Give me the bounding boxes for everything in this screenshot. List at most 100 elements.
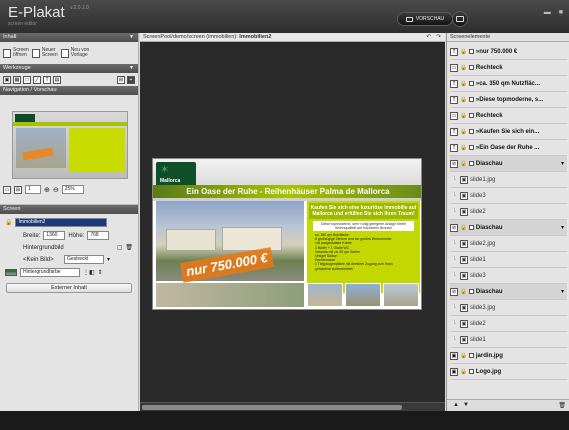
- element-row[interactable]: ▣ 🔒 Logo.jpg: [450, 364, 567, 380]
- element-row[interactable]: └ ▣ slide2: [450, 316, 567, 332]
- element-row[interactable]: └ ▣ slide1: [450, 332, 567, 348]
- undo-icon[interactable]: ↶: [426, 33, 431, 42]
- visibility-checkbox[interactable]: [468, 225, 474, 230]
- expand-icon[interactable]: ▾: [561, 288, 564, 295]
- expand-icon[interactable]: ▾: [561, 160, 564, 167]
- grid-tool-icon[interactable]: ⊞: [117, 75, 125, 84]
- lock-icon[interactable]: 🔒: [460, 369, 467, 375]
- screen-name-input[interactable]: Immobilien2: [15, 218, 108, 227]
- inhalt-header[interactable]: Inhalt ▼: [0, 33, 138, 42]
- element-group-row[interactable]: ⊘ 🔒 Diaschau ▾: [450, 284, 567, 300]
- navigation-header[interactable]: Navigation / Vorschau: [0, 86, 138, 95]
- element-row[interactable]: └ ▣ slide1: [450, 252, 567, 268]
- text-tool-icon[interactable]: T: [43, 75, 51, 84]
- image-icon[interactable]: ▢: [117, 244, 123, 251]
- arrows-icon[interactable]: ⇕: [98, 269, 103, 276]
- element-row[interactable]: T 🔒 »Diese topmoderne, s...: [450, 92, 567, 108]
- background-color-button[interactable]: Hintergrundfarbe: [20, 268, 80, 277]
- lock-icon[interactable]: 🔒: [460, 81, 467, 87]
- slide-thumb-3[interactable]: [383, 283, 419, 307]
- visibility-checkbox[interactable]: [468, 289, 474, 294]
- element-row[interactable]: └ ▣ slide3: [450, 268, 567, 284]
- close-icon[interactable]: ■: [559, 9, 563, 16]
- minimize-icon[interactable]: ▬: [544, 9, 551, 16]
- werkzeuge-header[interactable]: Werkzeuge ▼: [0, 64, 138, 73]
- element-row[interactable]: ▭ 🔒 Rechteck: [450, 108, 567, 124]
- slideshow-tool-icon[interactable]: ▦: [13, 75, 21, 84]
- visibility-checkbox[interactable]: [468, 81, 474, 86]
- fit-screen-icon[interactable]: ▭: [3, 185, 11, 194]
- lock-icon[interactable]: 🔒: [460, 161, 467, 167]
- rectangle-tool-icon[interactable]: □: [23, 75, 31, 84]
- lock-icon[interactable]: 🔒: [460, 353, 467, 359]
- visibility-checkbox[interactable]: [468, 145, 474, 150]
- slide-thumb-2[interactable]: [345, 283, 381, 307]
- lock-icon[interactable]: 🔒: [460, 65, 467, 71]
- eyedropper-icon[interactable]: ⋮◧: [83, 269, 95, 276]
- trash-icon[interactable]: 🗑: [125, 244, 133, 251]
- expand-icon[interactable]: ▾: [561, 224, 564, 231]
- new-from-template-button[interactable]: Neu von Vorlage: [60, 48, 89, 58]
- line-tool-icon[interactable]: ╱: [33, 75, 41, 84]
- element-row[interactable]: ▭ 🔒 Rechteck: [450, 60, 567, 76]
- lock-icon[interactable]: 🔒: [460, 145, 467, 151]
- stretch-select[interactable]: Gestreckt: [64, 255, 104, 264]
- video-tool-icon[interactable]: ▤: [53, 75, 61, 84]
- page-field[interactable]: 1: [25, 185, 41, 194]
- visibility-checkbox[interactable]: [468, 129, 474, 134]
- delete-icon[interactable]: 🗑: [558, 402, 566, 409]
- element-row[interactable]: T 🔒 »Kaufen Sie sich ein...: [450, 124, 567, 140]
- canvas[interactable]: ✶ Mallorca Ein Oase der Ruhe - Reihenhäu…: [140, 42, 445, 402]
- visibility-checkbox[interactable]: [468, 369, 474, 374]
- element-row[interactable]: T 🔒 »ca. 350 qm Nutzfläc...: [450, 76, 567, 92]
- visibility-checkbox[interactable]: [468, 49, 474, 54]
- element-group-row[interactable]: ⊘ 🔒 Diaschau ▾: [450, 156, 567, 172]
- info-panel[interactable]: Kaufen Sie sich eine luxuriöse Immobilie…: [307, 201, 420, 293]
- lock-icon[interactable]: 🔒: [460, 289, 467, 295]
- new-screen-button[interactable]: Neuer Screen: [31, 48, 58, 58]
- horizontal-scrollbar[interactable]: [140, 402, 445, 411]
- image-tool-icon[interactable]: ▣: [3, 75, 11, 84]
- visibility-checkbox[interactable]: [468, 97, 474, 102]
- zoom-select[interactable]: 25%: [61, 185, 84, 194]
- lock-icon[interactable]: 🔒: [460, 97, 467, 103]
- redo-icon[interactable]: ↷: [436, 33, 441, 42]
- chevron-down-icon[interactable]: ▾: [107, 256, 110, 263]
- element-group-row[interactable]: ⊘ 🔒 Diaschau ▾: [450, 220, 567, 236]
- zoom-in-icon[interactable]: ⊕: [44, 186, 50, 194]
- visibility-checkbox[interactable]: [468, 161, 474, 166]
- move-down-icon[interactable]: ▼: [463, 402, 469, 408]
- move-up-icon[interactable]: ▲: [453, 402, 459, 408]
- preview-button[interactable]: VORSCHAU: [397, 12, 453, 26]
- visibility-checkbox[interactable]: [468, 353, 474, 358]
- color-swatch[interactable]: [5, 269, 17, 276]
- poster[interactable]: ✶ Mallorca Ein Oase der Ruhe - Reihenhäu…: [152, 158, 422, 310]
- grid-view-icon[interactable]: ⊞: [14, 185, 22, 194]
- element-row[interactable]: T 🔒 »Ein Oase der Ruhe ...: [450, 140, 567, 156]
- collapse-arrow-icon[interactable]: ▼: [129, 64, 134, 73]
- element-row[interactable]: └ ▣ slide3: [450, 188, 567, 204]
- element-row[interactable]: └ ▣ slide1.jpg: [450, 172, 567, 188]
- external-content-button[interactable]: Externer Inhalt: [6, 283, 132, 293]
- collapse-arrow-icon[interactable]: ▼: [129, 33, 134, 42]
- add-element-icon[interactable]: +: [127, 75, 135, 84]
- element-row[interactable]: T 🔒 »nur 750.000 €: [450, 44, 567, 60]
- zoom-out-icon[interactable]: ⊖: [53, 186, 59, 194]
- poster-headline[interactable]: Ein Oase der Ruhe - Reihenhäuser Palma d…: [153, 185, 421, 198]
- element-row[interactable]: └ ▣ slide2.jpg: [450, 236, 567, 252]
- screen-header[interactable]: Screen: [0, 205, 138, 214]
- visibility-checkbox[interactable]: [468, 65, 474, 70]
- print-button[interactable]: [452, 11, 468, 27]
- slide-thumb-1[interactable]: [307, 283, 343, 307]
- preview-thumbnail[interactable]: [12, 111, 128, 179]
- element-row[interactable]: └ ▣ slide3.jpg: [450, 300, 567, 316]
- element-row[interactable]: ▣ 🔒 jardin.jpg: [450, 348, 567, 364]
- lock-icon[interactable]: 🔒: [460, 225, 467, 231]
- width-input[interactable]: 1360: [43, 231, 66, 240]
- lock-icon[interactable]: 🔒: [460, 113, 467, 119]
- lock-icon[interactable]: 🔒: [460, 129, 467, 135]
- scrollbar-thumb[interactable]: [142, 405, 402, 410]
- lock-icon[interactable]: 🔒: [5, 219, 12, 226]
- lock-icon[interactable]: 🔒: [460, 49, 467, 55]
- height-input[interactable]: 768: [87, 231, 110, 240]
